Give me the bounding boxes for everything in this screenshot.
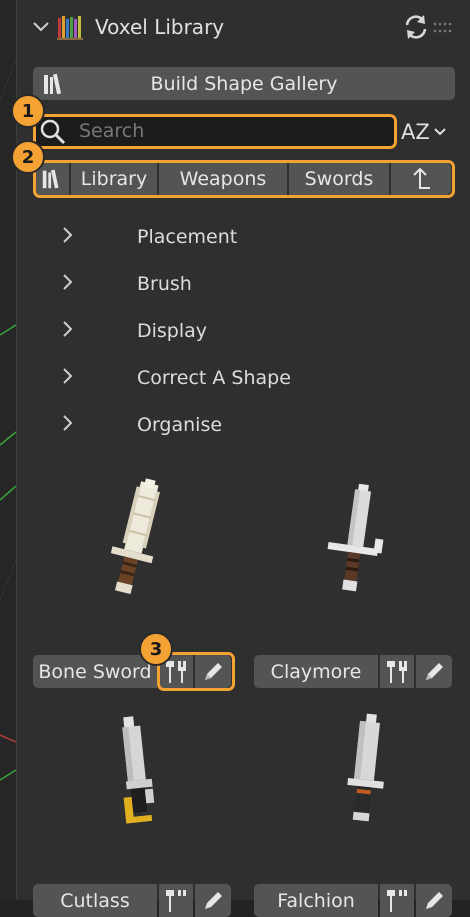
item-name-button[interactable]: Claymore [254, 655, 378, 688]
item-name-button[interactable]: Bone Sword [33, 655, 157, 688]
edit-shape-button[interactable] [380, 884, 414, 917]
brush-tools-icon [387, 660, 407, 683]
cutlass-thumbnail[interactable] [101, 712, 177, 832]
panel-title: Voxel Library [95, 15, 225, 39]
rename-button[interactable] [195, 884, 231, 917]
brush-tools-icon [387, 889, 407, 912]
callout-badge-2: 2 [11, 140, 45, 174]
bone-sword-thumbnail[interactable] [97, 476, 177, 602]
section-label: Placement [137, 226, 238, 248]
section-label: Organise [137, 414, 223, 436]
chevron-right-icon [61, 366, 81, 391]
falchion-thumbnail[interactable] [333, 710, 403, 830]
edit-shape-button[interactable] [380, 655, 414, 688]
sort-az-label: AZ [401, 119, 430, 144]
pencil-icon [426, 891, 443, 909]
viewport-edge [0, 0, 16, 900]
gallery-icon [41, 72, 67, 96]
edit-shape-button[interactable] [159, 884, 193, 917]
callout-badge-3: 3 [139, 632, 173, 666]
section-label: Correct A Shape [137, 367, 291, 389]
drag-handle-icon[interactable] [433, 20, 455, 34]
sort-dropdown[interactable]: AZ [401, 115, 455, 148]
chevron-right-icon [61, 319, 81, 344]
chevron-right-icon [61, 413, 81, 438]
pencil-icon [426, 662, 443, 680]
section-placement[interactable]: Placement [61, 217, 237, 257]
highlight-search [33, 114, 397, 149]
library-books-icon [57, 13, 85, 41]
section-organise[interactable]: Organise [61, 405, 222, 445]
chevron-right-icon [61, 272, 81, 297]
section-label: Brush [137, 273, 192, 295]
chevron-right-icon [61, 225, 81, 250]
collapse-chevron-icon[interactable] [31, 16, 51, 38]
section-label: Display [137, 320, 208, 342]
section-brush[interactable]: Brush [61, 264, 192, 304]
section-correct-a-shape[interactable]: Correct A Shape [61, 358, 291, 398]
claymore-thumbnail[interactable] [317, 480, 397, 602]
voxel-library-panel: Voxel Library Build Shape Gallery Search… [11, 0, 470, 917]
build-shape-gallery-label: Build Shape Gallery [150, 72, 338, 95]
rename-button[interactable] [416, 655, 452, 688]
refresh-icon[interactable] [401, 12, 431, 42]
item-name-button[interactable]: Cutlass [33, 884, 157, 917]
item-name-button[interactable]: Falchion [254, 884, 378, 917]
chevron-down-icon [434, 127, 446, 135]
section-display[interactable]: Display [61, 311, 207, 351]
pencil-icon [205, 891, 222, 909]
callout-badge-1: 1 [11, 94, 45, 128]
brush-tools-icon [166, 889, 186, 912]
rename-button[interactable] [416, 884, 452, 917]
highlight-breadcrumb [33, 160, 455, 198]
build-shape-gallery-button[interactable]: Build Shape Gallery [33, 67, 455, 100]
